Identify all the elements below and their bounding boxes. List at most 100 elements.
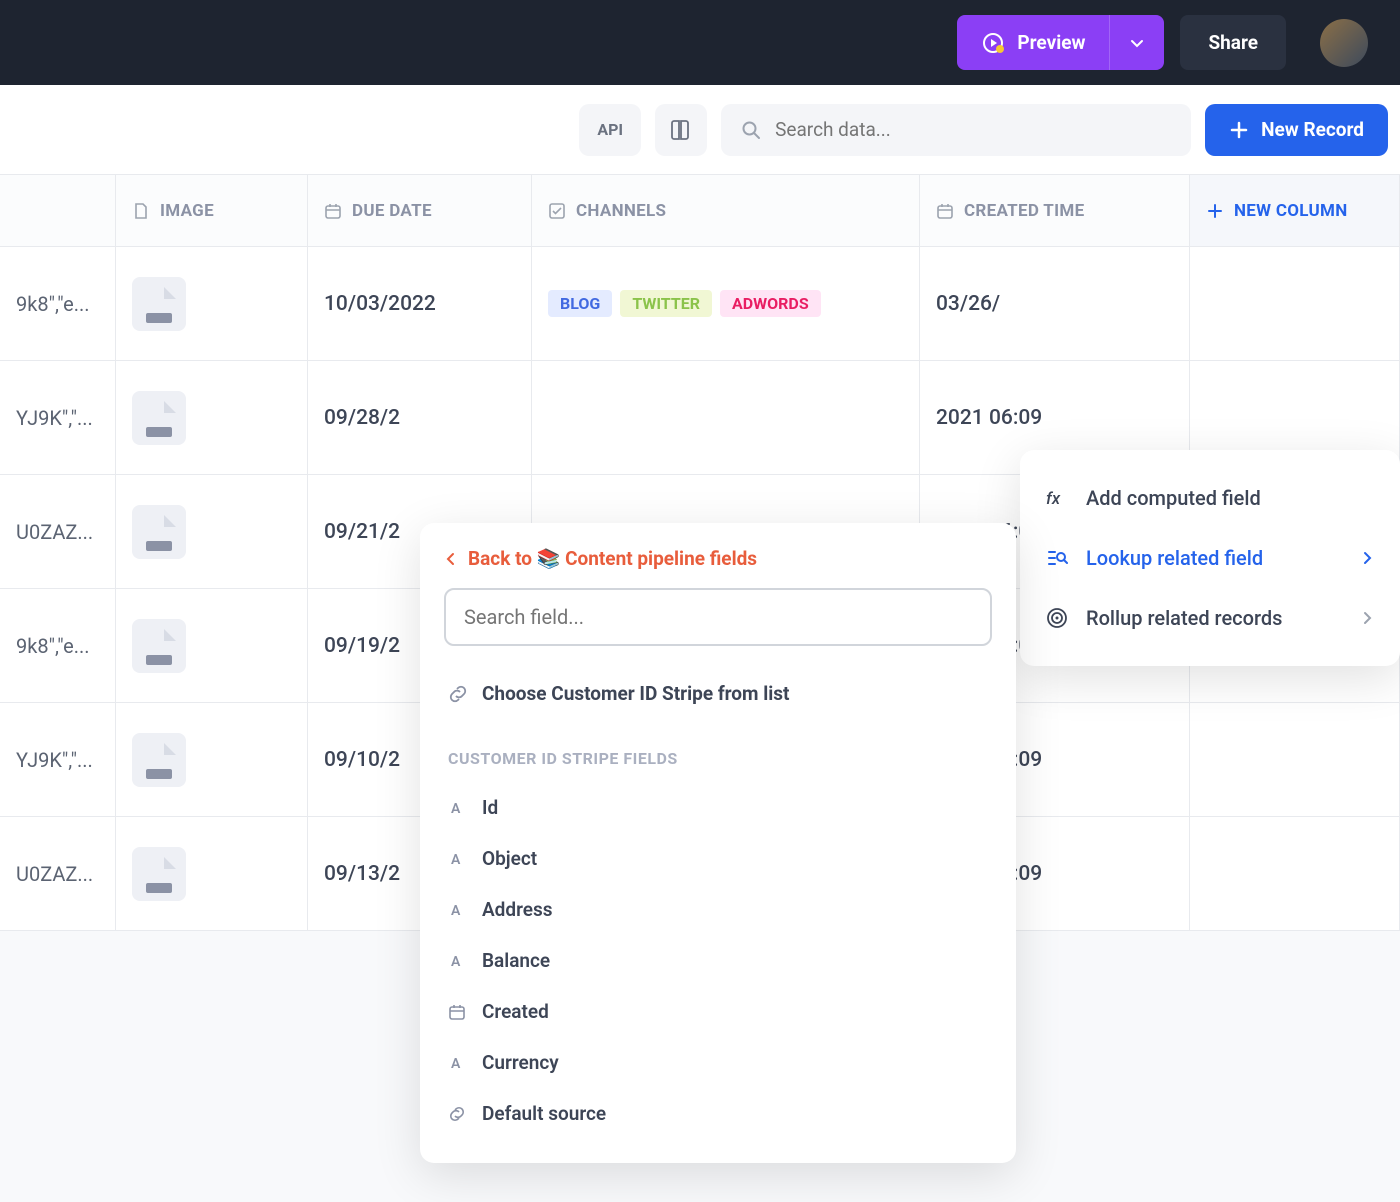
- menu-item-computed-field[interactable]: fx Add computed field: [1020, 468, 1400, 528]
- text-field-icon: A: [448, 1054, 466, 1072]
- new-column-button[interactable]: NEW COLUMN: [1190, 175, 1400, 246]
- rollup-icon: [1046, 607, 1068, 629]
- field-option[interactable]: Created: [420, 986, 1016, 1037]
- search-input[interactable]: [775, 118, 1171, 141]
- lookup-icon: [1046, 547, 1068, 569]
- cell-image: [116, 361, 308, 474]
- cell-due-date: 09/28/2: [308, 361, 532, 474]
- cell-channels: BLOG TWITTER ADWORDS: [532, 247, 920, 360]
- cell: [1190, 817, 1400, 930]
- column-header[interactable]: [0, 175, 116, 246]
- section-label: CUSTOMER ID STRIPE FIELDS: [420, 719, 1016, 782]
- svg-text:A: A: [451, 801, 461, 817]
- new-column-menu: fx Add computed field Lookup related fie…: [1020, 450, 1400, 666]
- plus-icon: [1229, 120, 1249, 140]
- calendar-icon: [324, 202, 342, 220]
- field-search-input[interactable]: [464, 605, 972, 629]
- choose-from-list-button[interactable]: Choose Customer ID Stripe from list: [420, 668, 1016, 719]
- file-thumbnail-icon: [132, 505, 186, 559]
- column-header-image[interactable]: IMAGE: [116, 175, 308, 246]
- chevron-left-icon: [444, 552, 458, 566]
- book-icon: [669, 118, 693, 142]
- table-row[interactable]: 9k8","e... 10/03/2022 BLOG TWITTER ADWORDS…: [0, 247, 1400, 361]
- share-button[interactable]: Share: [1180, 15, 1286, 70]
- cell: U0ZAZ...: [0, 817, 116, 930]
- tag: TWITTER: [620, 290, 712, 317]
- cell-created-time: 03/26/: [920, 247, 1190, 360]
- cell-image: [116, 247, 308, 360]
- chevron-right-icon: [1360, 551, 1374, 565]
- preview-label: Preview: [1017, 31, 1085, 54]
- cell-image: [116, 703, 308, 816]
- cell-due-date: 10/03/2022: [308, 247, 532, 360]
- column-header-created-time[interactable]: CREATED TIME: [920, 175, 1190, 246]
- back-link[interactable]: Back to 📚 Content pipeline fields: [420, 547, 1016, 588]
- field-list: AIdAObjectAAddressABalanceCreatedACurren…: [420, 782, 1016, 1139]
- tag: ADWORDS: [720, 290, 821, 317]
- top-bar: Preview Share: [0, 0, 1400, 85]
- search-icon: [741, 120, 761, 140]
- field-search-box[interactable]: [444, 588, 992, 646]
- chevron-right-icon: [1360, 611, 1374, 625]
- menu-item-rollup-records[interactable]: Rollup related records: [1020, 588, 1400, 648]
- chevron-down-icon: [1129, 35, 1145, 51]
- text-field-icon: A: [448, 850, 466, 868]
- cell-image: [116, 589, 308, 702]
- docs-button[interactable]: [655, 104, 707, 156]
- svg-text:fx: fx: [1046, 489, 1061, 509]
- field-option[interactable]: ABalance: [420, 935, 1016, 986]
- checkbox-icon: [548, 202, 566, 220]
- text-field-icon: A: [448, 952, 466, 970]
- play-icon: [981, 31, 1005, 55]
- calendar-icon: [936, 202, 954, 220]
- svg-text:A: A: [451, 852, 461, 868]
- field-option[interactable]: ACurrency: [420, 1037, 1016, 1088]
- svg-text:A: A: [451, 1056, 461, 1072]
- date-field-icon: [448, 1003, 466, 1021]
- text-field-icon: A: [448, 901, 466, 919]
- avatar[interactable]: [1320, 19, 1368, 67]
- cell: [1190, 247, 1400, 360]
- data-table: IMAGE DUE DATE CHANNELS CREATED TIME NEW…: [0, 175, 1400, 931]
- cell: U0ZAZ...: [0, 475, 116, 588]
- column-header-due-date[interactable]: DUE DATE: [308, 175, 532, 246]
- api-button[interactable]: API: [579, 104, 641, 156]
- field-option[interactable]: AId: [420, 782, 1016, 833]
- new-record-button[interactable]: New Record: [1205, 104, 1388, 156]
- cell-channels: [532, 361, 920, 474]
- cell: 9k8","e...: [0, 247, 116, 360]
- tag: BLOG: [548, 290, 612, 317]
- file-thumbnail-icon: [132, 733, 186, 787]
- toolbar: API New Record: [0, 85, 1400, 175]
- cell: [1190, 703, 1400, 816]
- text-field-icon: A: [448, 799, 466, 817]
- file-thumbnail-icon: [132, 847, 186, 901]
- field-picker-panel: Back to 📚 Content pipeline fields Choose…: [420, 523, 1016, 1163]
- link-icon: [448, 684, 468, 704]
- file-thumbnail-icon: [132, 277, 186, 331]
- new-record-label: New Record: [1261, 118, 1364, 141]
- link-field-icon: [448, 1105, 466, 1123]
- cell-image: [116, 817, 308, 930]
- file-thumbnail-icon: [132, 391, 186, 445]
- fx-icon: fx: [1046, 487, 1068, 509]
- preview-button[interactable]: Preview: [957, 15, 1109, 70]
- field-option[interactable]: AObject: [420, 833, 1016, 884]
- cell: YJ9K","...: [0, 703, 116, 816]
- file-icon: [132, 202, 150, 220]
- field-option[interactable]: Default source: [420, 1088, 1016, 1139]
- svg-text:A: A: [451, 903, 461, 919]
- cell-image: [116, 475, 308, 588]
- svg-text:A: A: [451, 954, 461, 970]
- preview-button-group: Preview: [957, 15, 1164, 70]
- table-header: IMAGE DUE DATE CHANNELS CREATED TIME NEW…: [0, 175, 1400, 247]
- column-header-channels[interactable]: CHANNELS: [532, 175, 920, 246]
- preview-dropdown-button[interactable]: [1109, 15, 1164, 70]
- menu-item-lookup-field[interactable]: Lookup related field: [1020, 528, 1400, 588]
- cell: 9k8","e...: [0, 589, 116, 702]
- search-box[interactable]: [721, 104, 1191, 156]
- file-thumbnail-icon: [132, 619, 186, 673]
- plus-icon: [1206, 202, 1224, 220]
- cell: YJ9K","...: [0, 361, 116, 474]
- field-option[interactable]: AAddress: [420, 884, 1016, 935]
